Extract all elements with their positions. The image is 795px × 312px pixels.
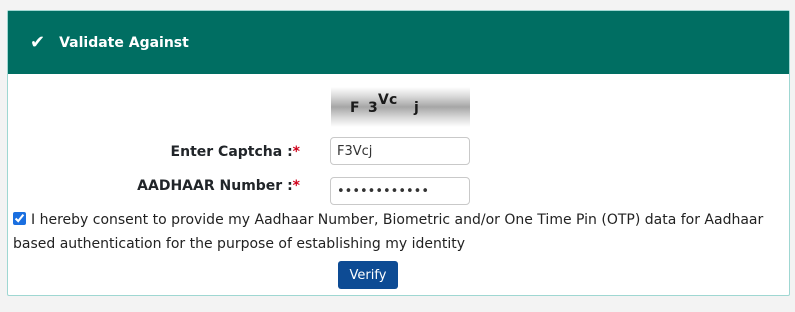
captcha-char-5: j	[413, 100, 419, 116]
aadhaar-label: AADHAAR Number :*	[137, 178, 300, 194]
captcha-input[interactable]	[330, 137, 470, 165]
captcha-char-3: V	[378, 92, 389, 108]
consent-text[interactable]: I hereby consent to provide my Aadhaar N…	[13, 212, 763, 252]
captcha-char-4: c	[389, 92, 397, 108]
aadhaar-label-text: AADHAAR Number :	[137, 178, 293, 194]
panel-title: Validate Against	[59, 34, 189, 51]
captcha-label-text: Enter Captcha :	[170, 144, 293, 160]
consent-row: I hereby consent to provide my Aadhaar N…	[13, 208, 788, 256]
aadhaar-input[interactable]	[330, 177, 470, 205]
checkmark-icon: ✔	[30, 31, 46, 53]
consent-checkbox[interactable]	[13, 212, 26, 225]
required-marker: *	[292, 178, 300, 194]
panel-header: ✔ Validate Against	[8, 11, 789, 74]
captcha-glyphs: F 3 V c j	[350, 92, 419, 116]
verify-button[interactable]: Verify	[338, 261, 398, 289]
captcha-char-2: 3	[368, 100, 378, 116]
captcha-char-1: F	[350, 100, 360, 116]
captcha-label: Enter Captcha :*	[171, 144, 300, 160]
validate-panel: ✔ Validate Against F 3 V c j Enter Captc…	[7, 10, 790, 296]
captcha-image: F 3 V c j	[331, 87, 470, 127]
required-marker: *	[292, 144, 300, 160]
